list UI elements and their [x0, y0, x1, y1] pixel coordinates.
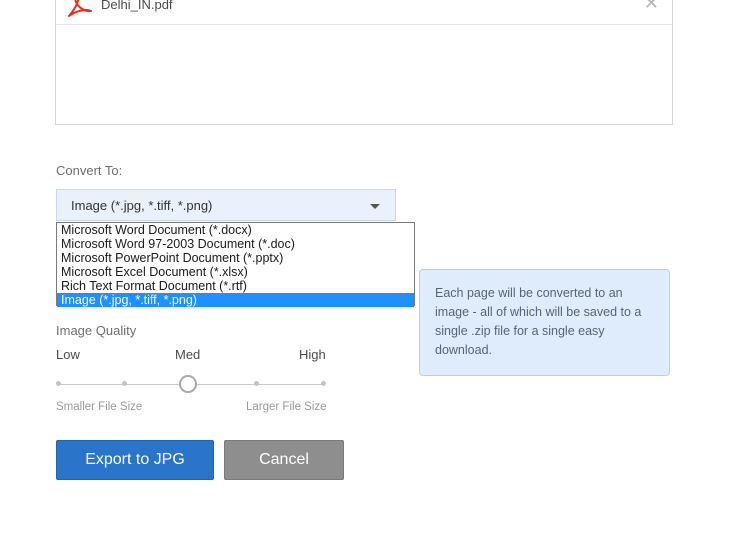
- option-pptx[interactable]: Microsoft PowerPoint Document (*.pptx): [57, 251, 414, 265]
- image-quality-label: Image Quality: [56, 323, 137, 338]
- option-image[interactable]: Image (*.jpg, *.tiff, *.png): [57, 293, 414, 307]
- export-dialog: Delhi_IN.pdf ✕ Convert To: Image (*.jpg,…: [0, 0, 739, 543]
- slider-tick[interactable]: [56, 381, 61, 386]
- format-info-tooltip: Each page will be converted to an image …: [419, 269, 670, 376]
- larger-file-size-label: Larger File Size: [246, 401, 327, 413]
- quality-high-label: High: [299, 347, 326, 362]
- convert-to-label: Convert To:: [56, 163, 123, 178]
- slider-tick[interactable]: [321, 381, 326, 386]
- option-docx[interactable]: Microsoft Word Document (*.docx): [57, 223, 414, 237]
- option-xlsx[interactable]: Microsoft Excel Document (*.xlsx): [57, 265, 414, 279]
- quality-slider-thumb[interactable]: [179, 375, 197, 393]
- file-row[interactable]: Delhi_IN.pdf ✕: [56, 0, 672, 25]
- cancel-button[interactable]: Cancel: [224, 440, 344, 480]
- file-name: Delhi_IN.pdf: [101, 0, 173, 12]
- quality-med-label: Med: [175, 347, 201, 362]
- option-doc[interactable]: Microsoft Word 97-2003 Document (*.doc): [57, 237, 414, 251]
- close-icon[interactable]: ✕: [644, 0, 659, 12]
- quality-low-label: Low: [56, 347, 80, 362]
- tooltip-text: Each page will be converted to an image …: [435, 286, 642, 357]
- slider-tick[interactable]: [122, 381, 127, 386]
- option-rtf[interactable]: Rich Text Format Document (*.rtf): [57, 279, 414, 293]
- format-select[interactable]: Image (*.jpg, *.tiff, *.png): [56, 189, 396, 221]
- format-select-value: Image (*.jpg, *.tiff, *.png): [71, 198, 213, 213]
- pdf-icon: [68, 0, 92, 17]
- format-dropdown-list: Microsoft Word Document (*.docx) Microso…: [56, 222, 415, 307]
- slider-tick[interactable]: [254, 381, 259, 386]
- file-list: Delhi_IN.pdf ✕: [55, 0, 673, 125]
- export-button[interactable]: Export to JPG: [56, 440, 214, 480]
- chevron-down-icon: [370, 204, 380, 209]
- smaller-file-size-label: Smaller File Size: [56, 401, 143, 413]
